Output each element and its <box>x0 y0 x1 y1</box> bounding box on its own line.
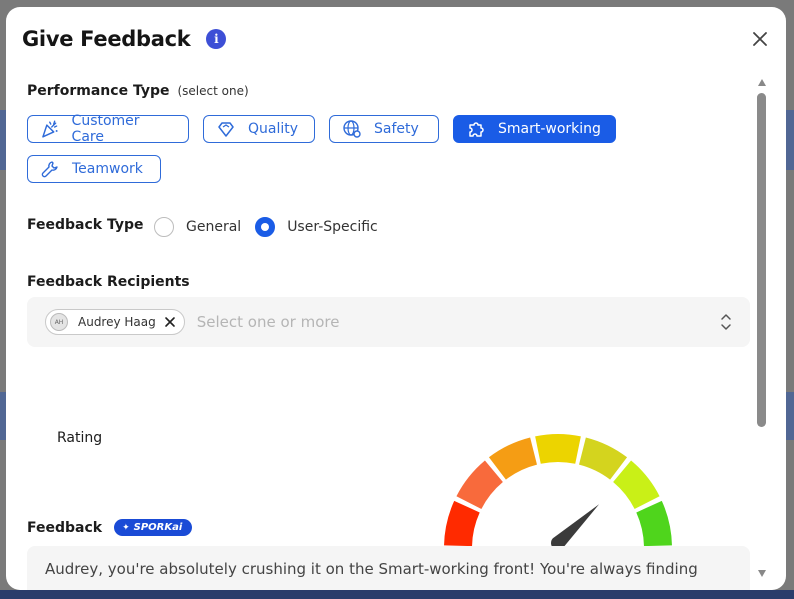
gauge-segment-7[interactable] <box>636 500 672 547</box>
chip-label: Customer Care <box>71 113 140 145</box>
chip-safety[interactable]: Safety <box>329 115 439 143</box>
gauge-segment-4[interactable] <box>535 434 581 464</box>
feedback-header: Feedback ✦ SPORKai <box>27 519 193 536</box>
diamond-icon <box>218 122 234 137</box>
give-feedback-modal: Give Feedback i Performance Type (select … <box>6 7 786 590</box>
avatar: AH <box>50 313 68 331</box>
chip-quality[interactable]: Quality <box>203 115 315 143</box>
chip-smart-working[interactable]: Smart-working <box>453 115 616 143</box>
gauge-needle <box>551 504 600 550</box>
sparkle-icon: ✦ <box>122 522 130 533</box>
gauge-segment-6[interactable] <box>613 460 660 509</box>
info-icon[interactable]: i <box>206 29 227 49</box>
rating-label: Rating <box>57 430 103 446</box>
modal-title: Give Feedback <box>22 27 191 51</box>
recipients-placeholder: Select one or more <box>196 313 340 331</box>
performance-type-row-1: Customer Care Quality Safety Smart-worki… <box>27 113 616 145</box>
radio-general-label: General <box>186 219 242 235</box>
gauge-segment-2[interactable] <box>456 460 503 509</box>
sporkai-badge[interactable]: ✦ SPORKai <box>114 519 193 536</box>
scroll-thumb[interactable] <box>757 93 766 427</box>
performance-type-hint: (select one) <box>177 84 249 98</box>
modal-scrollbar[interactable] <box>756 77 768 577</box>
modal-body: Performance Type (select one) Customer Ca… <box>6 75 786 575</box>
radio-dot <box>261 223 270 231</box>
puzzle-icon <box>469 122 484 137</box>
feedback-text: Audrey, you're absolutely crushing it on… <box>45 560 698 578</box>
feedback-label: Feedback <box>27 519 103 536</box>
performance-type-title: Performance Type <box>27 83 170 99</box>
feedback-recipients-label: Feedback Recipients <box>27 274 190 290</box>
recipient-tag: AH Audrey Haag <box>45 309 185 335</box>
gauge-segment-5[interactable] <box>579 437 628 480</box>
gauge-segment-3[interactable] <box>488 437 537 480</box>
chip-label: Teamwork <box>72 161 143 177</box>
scroll-down-arrow-icon[interactable] <box>758 570 766 577</box>
recipients-select[interactable]: AH Audrey Haag Select one or more <box>27 297 750 347</box>
modal-header: Give Feedback i <box>22 27 227 51</box>
chevron-up-down-icon <box>721 314 731 330</box>
feedback-textarea[interactable]: Audrey, you're absolutely crushing it on… <box>27 546 750 590</box>
performance-type-row-2: Teamwork <box>27 155 161 183</box>
background-app-footer <box>0 590 794 599</box>
feedback-type-radio-group: General User-Specific <box>154 217 392 237</box>
globe-gear-icon <box>343 120 361 138</box>
radio-user-specific-label: User-Specific <box>287 219 378 235</box>
chip-label: Safety <box>374 121 419 137</box>
chip-label: Quality <box>248 121 299 137</box>
close-icon[interactable] <box>750 29 770 49</box>
radio-user-specific[interactable] <box>255 217 276 237</box>
gauge-segment-1[interactable] <box>444 500 480 547</box>
remove-tag-icon[interactable] <box>164 316 176 328</box>
recipient-tag-label: Audrey Haag <box>78 315 156 329</box>
sporkai-label: SPORKai <box>133 522 183 533</box>
wrench-icon <box>41 161 58 178</box>
scroll-up-arrow-icon[interactable] <box>758 79 766 86</box>
feedback-type-label: Feedback Type <box>27 217 144 233</box>
rating-gauge[interactable] <box>442 427 674 551</box>
chip-label: Smart-working <box>498 121 601 137</box>
party-popper-icon <box>42 120 58 138</box>
chip-customer-care[interactable]: Customer Care <box>27 113 189 145</box>
performance-type-label: Performance Type (select one) <box>27 83 249 99</box>
radio-general[interactable] <box>154 217 174 237</box>
chip-teamwork[interactable]: Teamwork <box>27 155 161 183</box>
